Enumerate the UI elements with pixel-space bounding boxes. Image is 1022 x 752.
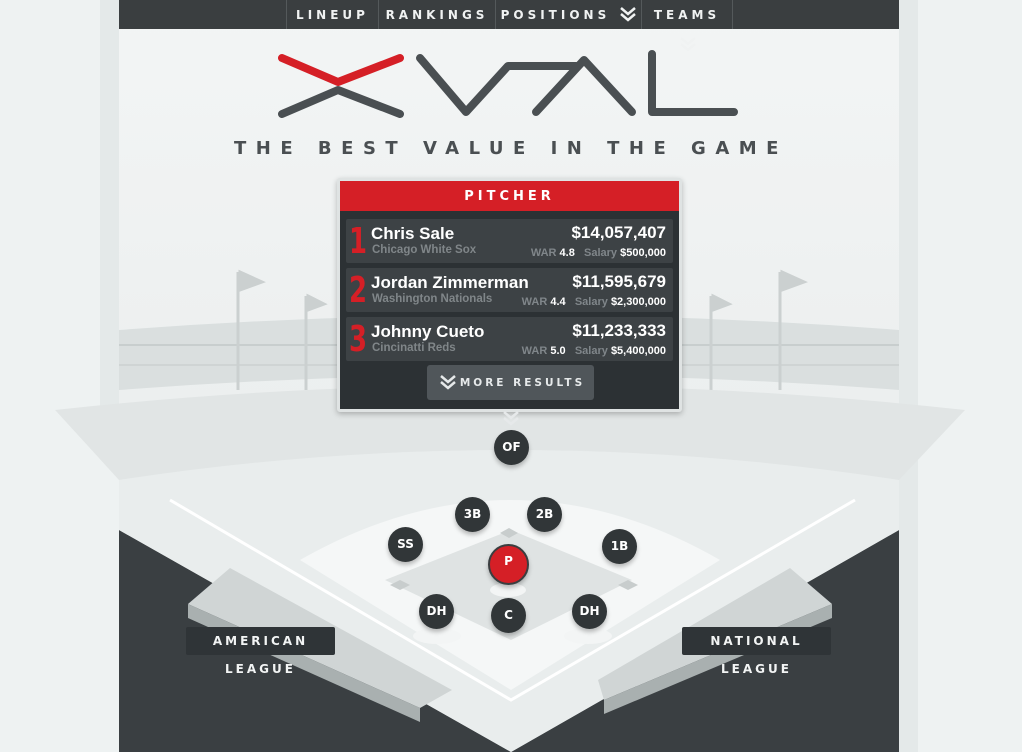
- app-root: LINEUP RANKINGS POSITIONS TEAMS THE BEST…: [0, 0, 1022, 752]
- war-value: 4.4: [550, 296, 566, 308]
- position-2b-button[interactable]: 2B: [527, 497, 562, 532]
- chevron-down-icon: [436, 374, 460, 390]
- salary-value: $2,300,000: [610, 296, 666, 308]
- panel-title: PITCHER: [340, 181, 679, 211]
- top-nav: LINEUP RANKINGS POSITIONS TEAMS: [119, 0, 899, 52]
- rank-number: 2: [349, 270, 368, 311]
- american-league-button[interactable]: AMERICAN LEAGUE: [186, 627, 335, 676]
- more-results-button[interactable]: MORE RESULTS: [427, 365, 594, 426]
- position-c-button[interactable]: C: [491, 598, 526, 633]
- position-dh-left-button[interactable]: DH: [419, 594, 454, 629]
- nav-teams-label: TEAMS: [653, 8, 721, 22]
- player-stats: WAR 4.8 Salary $500,000: [531, 247, 666, 259]
- player-name: Johnny Cueto: [371, 322, 485, 341]
- player-stats: WAR 5.0 Salary $5,400,000: [522, 345, 666, 357]
- position-3b-button[interactable]: 3B: [455, 497, 490, 532]
- player-value: $11,595,679: [572, 272, 666, 291]
- position-dh-right-button[interactable]: DH: [572, 594, 607, 629]
- salary-value: $500,000: [620, 247, 666, 259]
- position-ss-button[interactable]: SS: [388, 527, 423, 562]
- rank-number: 1: [349, 221, 368, 262]
- player-name: Jordan Zimmerman: [371, 273, 529, 292]
- nav-lineup[interactable]: LINEUP: [286, 0, 378, 29]
- tagline: THE BEST VALUE IN THE GAME: [234, 138, 788, 159]
- nav-positions[interactable]: POSITIONS: [495, 0, 641, 29]
- war-label: WAR: [521, 345, 548, 357]
- salary-label: Salary: [574, 296, 608, 308]
- player-value: $14,057,407: [571, 223, 666, 242]
- more-results-label: MORE RESULTS: [459, 377, 586, 389]
- player-row[interactable]: 3 Johnny Cueto Cincinatti Reds $11,233,3…: [346, 317, 673, 361]
- war-label: WAR: [521, 296, 548, 308]
- national-league-button[interactable]: NATIONAL LEAGUE: [682, 627, 831, 676]
- nav-rankings-label: RANKINGS: [385, 8, 489, 22]
- player-row[interactable]: 1 Chris Sale Chicago White Sox $14,057,4…: [346, 219, 673, 263]
- player-row[interactable]: 2 Jordan Zimmerman Washington Nationals …: [346, 268, 673, 312]
- salary-value: $5,400,000: [610, 345, 666, 357]
- nav-teams[interactable]: TEAMS: [641, 0, 733, 52]
- results-panel: PITCHER 1 Chris Sale Chicago White Sox $…: [337, 178, 682, 426]
- nav-lineup-label: LINEUP: [296, 8, 369, 22]
- position-1b-button[interactable]: 1B: [602, 529, 637, 564]
- chevron-down-icon: [620, 0, 637, 41]
- player-team: Cincinatti Reds: [372, 342, 456, 354]
- salary-label: Salary: [584, 247, 618, 259]
- war-value: 5.0: [550, 345, 566, 357]
- rank-number: 3: [349, 319, 368, 360]
- nav-rankings[interactable]: RANKINGS: [378, 0, 495, 29]
- nav-positions-label: POSITIONS: [500, 8, 611, 22]
- salary-label: Salary: [574, 345, 608, 357]
- player-value: $11,233,333: [572, 321, 666, 340]
- war-value: 4.8: [559, 247, 575, 259]
- player-team: Washington Nationals: [372, 293, 493, 305]
- player-stats: WAR 4.4 Salary $2,300,000: [522, 296, 666, 308]
- chevron-down-icon: [499, 410, 523, 426]
- war-label: WAR: [530, 247, 557, 259]
- player-team: Chicago White Sox: [372, 244, 477, 256]
- player-name: Chris Sale: [371, 224, 455, 243]
- position-of-button[interactable]: OF: [494, 430, 529, 465]
- position-p-button[interactable]: P: [488, 544, 529, 585]
- xval-logo: [278, 50, 738, 118]
